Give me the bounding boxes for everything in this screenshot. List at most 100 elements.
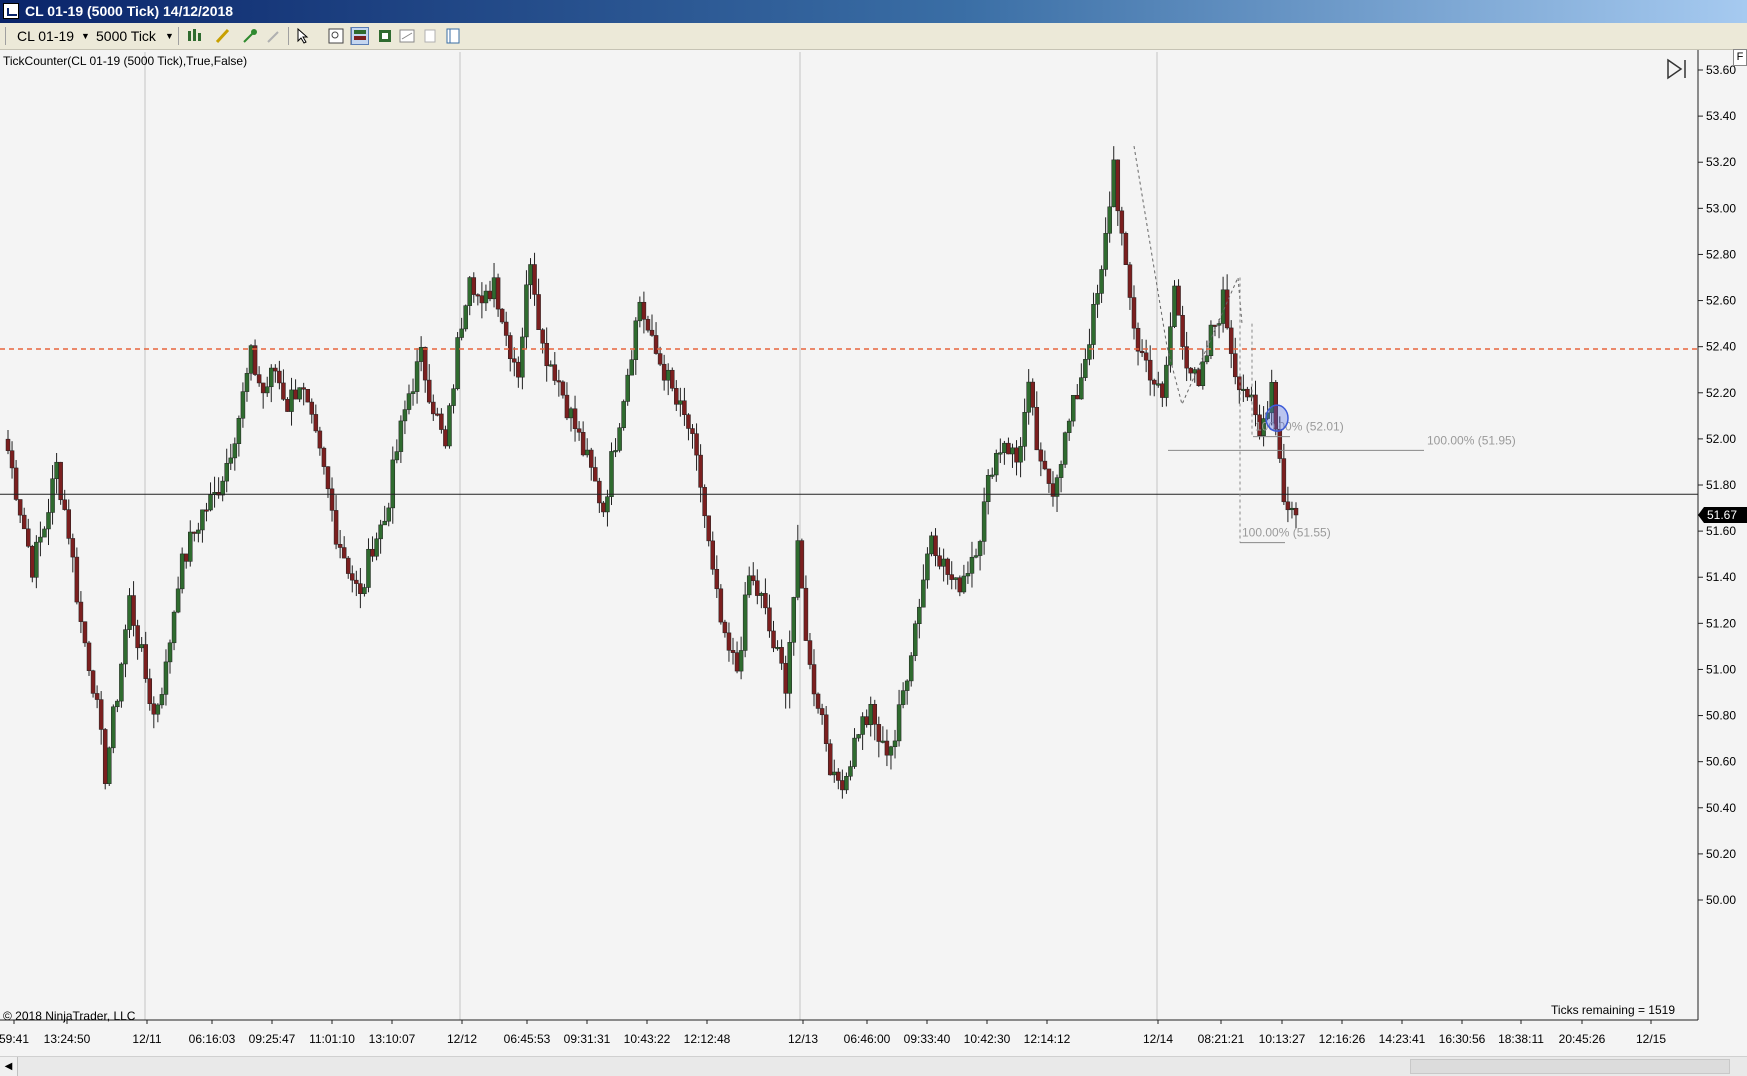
- candle-body: [9, 450, 15, 469]
- candle-body: [994, 452, 999, 476]
- price-tick-label: 51.60: [1706, 524, 1736, 538]
- chart-style-icon[interactable]: [185, 27, 203, 45]
- candle-body: [746, 575, 752, 596]
- candle-body: [771, 630, 776, 649]
- candle-body: [1164, 364, 1169, 398]
- candle-body: [1070, 395, 1076, 422]
- copyright-text: © 2018 NinjaTrader, LLC: [3, 1009, 136, 1023]
- candle-body: [512, 358, 517, 363]
- chart-trader-icon[interactable]: [376, 27, 394, 45]
- candle-body: [929, 535, 934, 555]
- candle-body: [621, 401, 626, 429]
- add-indicator-icon[interactable]: [241, 27, 259, 45]
- scroll-thumb[interactable]: [1410, 1059, 1730, 1074]
- time-tick-label: 09:33:40: [904, 1032, 951, 1046]
- candle-body: [86, 642, 92, 671]
- candle-body: [718, 588, 724, 623]
- template-icon[interactable]: [444, 27, 462, 45]
- candle-body: [366, 548, 371, 588]
- candle-body: [102, 729, 108, 784]
- candle-body: [1151, 379, 1157, 385]
- candle-body: [17, 499, 23, 516]
- candle-body: [390, 459, 396, 509]
- candle-body: [200, 509, 205, 531]
- candle-body: [374, 538, 379, 557]
- candle-body: [536, 294, 541, 330]
- candle-body: [876, 724, 882, 742]
- candle-body: [904, 680, 910, 691]
- candle-body: [410, 391, 416, 394]
- time-tick-label: 59:41: [0, 1032, 29, 1046]
- candle-body: [560, 381, 566, 396]
- candle-body: [1087, 344, 1092, 360]
- cursor-icon[interactable]: [295, 27, 313, 45]
- candle-body: [945, 558, 950, 575]
- candle-body: [1034, 407, 1040, 451]
- properties-icon[interactable]: [398, 27, 416, 45]
- candle-body: [1180, 315, 1185, 347]
- candle-body: [467, 277, 472, 306]
- data-box-icon[interactable]: [351, 27, 369, 45]
- candle-body: [5, 438, 11, 451]
- candle-body: [491, 277, 497, 300]
- candle-body: [402, 409, 408, 422]
- candle-body: [196, 529, 201, 534]
- candle-body: [159, 694, 165, 706]
- candle-body: [840, 780, 845, 791]
- candle-body: [74, 556, 80, 603]
- candle-body: [354, 579, 359, 584]
- instrument-dropdown-icon[interactable]: ▼: [81, 26, 90, 46]
- time-tick-label: 18:38:11: [1498, 1032, 1544, 1046]
- period-selector[interactable]: 5000 Tick: [96, 26, 156, 46]
- price-chart[interactable]: 100.00% (52.01)100.00% (51.95)100.00% (5…: [0, 50, 1747, 1055]
- candle-body: [123, 629, 128, 665]
- price-tick-label: 50.60: [1706, 755, 1736, 769]
- candle-body: [21, 514, 27, 530]
- candle-body: [823, 714, 829, 744]
- instrument-selector[interactable]: CL 01-19: [17, 26, 74, 46]
- price-tick-label: 52.80: [1706, 247, 1736, 261]
- candle-body: [985, 475, 991, 502]
- ticks-remaining: Ticks remaining = 1519: [1551, 1003, 1675, 1017]
- candle-body: [629, 359, 634, 376]
- candle-body: [799, 540, 805, 589]
- toolbar-grip: [5, 27, 6, 45]
- scroll-to-end-icon[interactable]: [1665, 57, 1689, 81]
- time-tick-label: 10:43:22: [624, 1032, 671, 1046]
- candle-body: [795, 540, 801, 598]
- candle-body: [394, 451, 400, 461]
- horizontal-scrollbar[interactable]: ◀: [0, 1056, 1747, 1076]
- candle-body: [107, 747, 112, 784]
- time-tick-label: 12/14: [1143, 1032, 1173, 1046]
- candle-body: [1079, 377, 1084, 400]
- scroll-left-arrow-icon[interactable]: ◀: [0, 1057, 18, 1076]
- candle-body: [827, 743, 833, 776]
- candle-body: [256, 374, 262, 384]
- candle-body: [540, 329, 545, 344]
- candle-body: [884, 740, 890, 756]
- candle-body: [637, 301, 643, 322]
- time-tick-label: 16:30:56: [1439, 1032, 1486, 1046]
- price-tick-label: 53.60: [1706, 63, 1736, 77]
- period-dropdown-icon[interactable]: ▼: [165, 26, 174, 46]
- candle-body: [127, 595, 132, 630]
- candle-body: [714, 569, 720, 590]
- candle-body: [933, 535, 938, 556]
- window-title: CL 01-19 (5000 Tick) 14/12/2018: [25, 3, 234, 19]
- candle-body: [516, 361, 521, 378]
- candle-body: [888, 746, 894, 756]
- candle-body: [499, 308, 505, 323]
- zoom-icon[interactable]: [327, 27, 345, 45]
- candle-body: [694, 433, 699, 456]
- candle-body: [783, 663, 788, 694]
- panel-toggle-button[interactable]: F: [1733, 49, 1747, 66]
- candle-body: [815, 693, 821, 709]
- drawing-tool-icon[interactable]: [214, 27, 232, 45]
- candle-body: [163, 661, 169, 695]
- candle-body: [977, 541, 983, 556]
- time-tick-label: 14:23:41: [1379, 1032, 1426, 1046]
- time-tick-label: 20:45:26: [1559, 1032, 1606, 1046]
- candle-body: [678, 400, 683, 405]
- candle-body: [475, 294, 481, 297]
- candle-body: [1176, 285, 1181, 316]
